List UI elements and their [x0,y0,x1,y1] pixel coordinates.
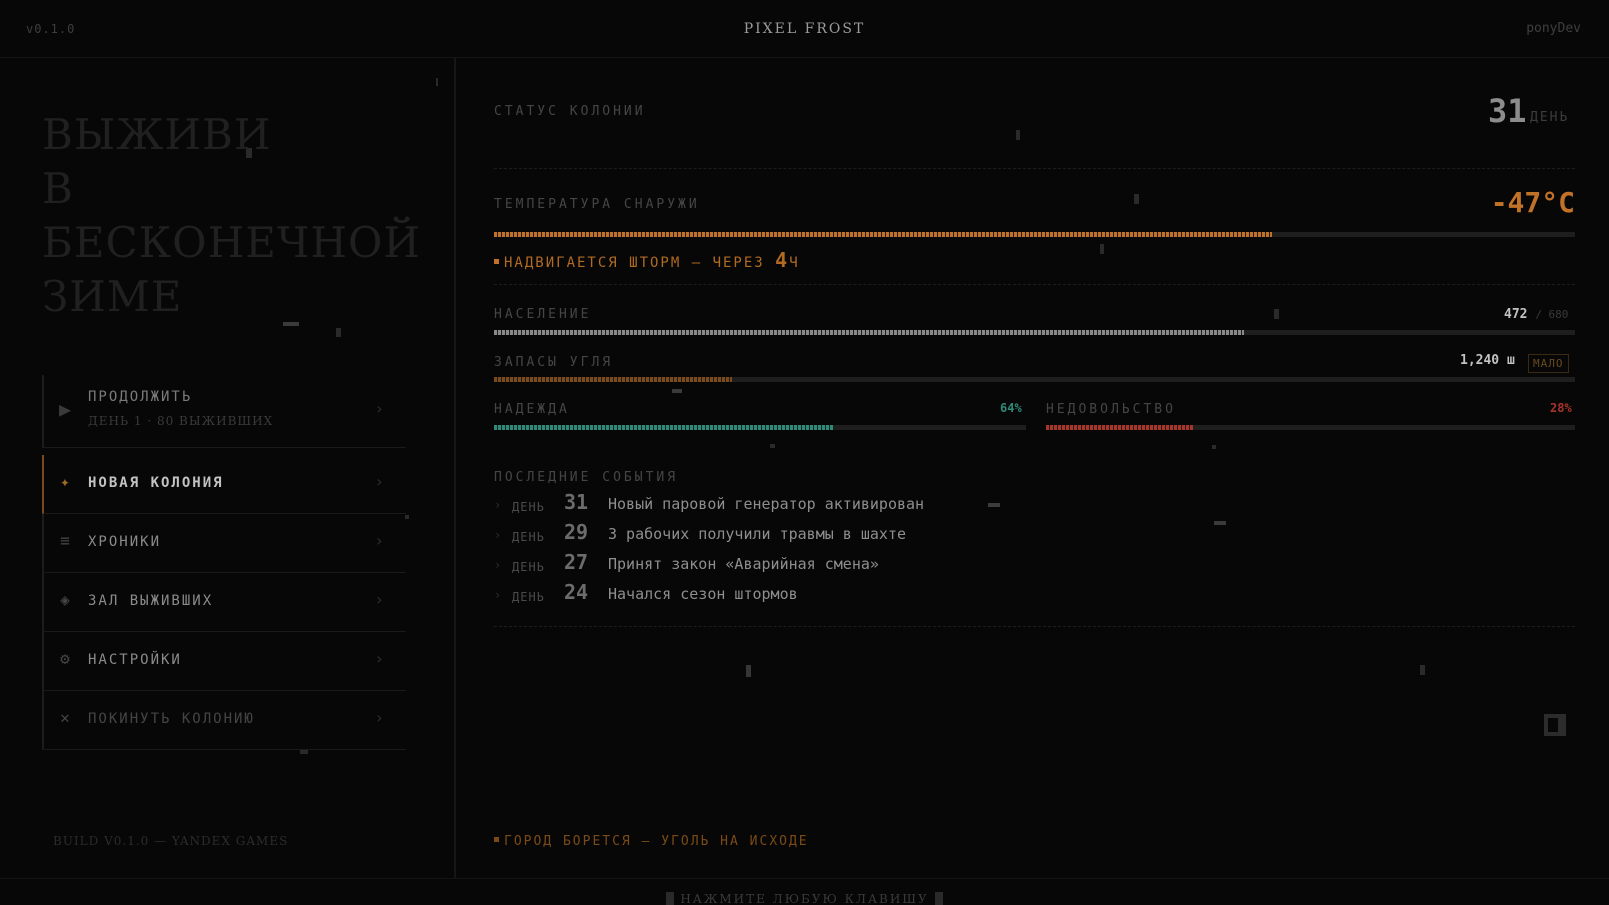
event-text: Начался сезон штормов [608,585,798,603]
discontent-value: 28% [1550,401,1572,415]
event-day-label: ДЕНЬ [512,590,545,604]
event-text: 3 рабочих получили травмы в шахте [608,525,907,543]
top-bar: v0.1.0 PIXEL FROST ponyDev [0,0,1609,58]
chevron-right-icon: › [374,531,384,550]
storm-hours-unit: Ч [789,255,800,271]
coal-value: 1,240 ш [1460,353,1515,368]
divider-line [494,168,1575,169]
game-title: PIXEL FROST [743,21,866,37]
population-max: / 680 [1535,308,1569,321]
status-marker [494,837,499,842]
chevron-right-icon: › [494,558,502,572]
chevron-right-icon: › [374,708,384,727]
storm-warning: НАДВИГАЕТСЯ ШТОРМ — ЧЕРЕЗ 4Ч [494,248,800,272]
chevron-right-icon: › [374,399,384,418]
build-info: BUILD V0.1.0 — YANDEX GAMES [53,834,289,848]
hope-value: 64% [1000,401,1022,415]
menu-item-label: ХРОНИКИ [88,534,162,550]
menu-item-label: ПРОДОЛЖИТЬ [88,389,193,405]
leave-colony-button[interactable]: ✕ ПОКИНУТЬ КОЛОНИЮ › [42,691,406,750]
coal-bar-fill [494,377,732,382]
hero-line: БЕСКОНЕЧНОЙ [42,218,422,267]
event-text: Принят закон «Аварийная смена» [608,555,879,573]
menu-item-label: НАСТРОЙКИ [88,652,182,668]
hero-line: ЗИМЕ [42,272,183,321]
chevron-right-icon: › [374,590,384,609]
city-status: ГОРОД БОРЕТСЯ — УГОЛЬ НА ИСХОДЕ [494,834,809,849]
play-icon: ▶ [58,397,72,421]
discontent-label: НЕДОВОЛЬСТВО [1046,402,1176,417]
divider-line [494,626,1575,627]
hope-bar-fill [494,425,835,430]
population-bar [494,330,1575,335]
discontent-bar-fill [1046,425,1195,430]
settings-button[interactable]: ⚙ НАСТРОЙКИ › [42,632,406,691]
coal-label: ЗАПАСЫ УГЛЯ [494,355,614,370]
chronicles-button[interactable]: ≡ ХРОНИКИ › [42,514,406,573]
event-day-label: ДЕНЬ [512,530,545,544]
survivors-hall-button[interactable]: ◈ ЗАЛ ВЫЖИВШИХ › [42,573,406,632]
chevron-right-icon: › [374,472,384,491]
close-icon: ✕ [60,708,70,727]
status-title: СТАТУС КОЛОНИИ [494,104,646,119]
diamond-icon: ◈ [60,590,70,609]
warning-marker [494,259,499,264]
menu-item-label: ПОКИНУТЬ КОЛОНИЮ [88,711,255,727]
prompt-block-icon [934,892,943,905]
list-icon: ≡ [60,531,70,550]
press-any-key-prompt[interactable]: НАЖМИТЕ ЛЮБУЮ КЛАВИШУ [0,892,1609,905]
event-day-number: 29 [564,520,589,544]
divider-line [494,284,1575,285]
discontent-bar [1046,425,1575,430]
day-counter-label: ДЕНЬ [1530,110,1570,125]
author-label: ponyDev [1526,21,1581,36]
day-counter: 31 [1488,92,1527,130]
temperature-bar [494,232,1575,237]
main-menu: ▶ ПРОДОЛЖИТЬ ДЕНЬ 1 · 80 ВЫЖИВШИХ › ✦ НО… [42,375,406,750]
hero-line: ВЫЖИВИ [42,110,272,159]
population-bar-fill [494,330,1245,335]
city-status-text: ГОРОД БОРЕТСЯ — УГОЛЬ НА ИСХОДЕ [504,834,809,849]
chevron-right-icon: › [494,588,502,602]
save-summary: ДЕНЬ 1 · 80 ВЫЖИВШИХ [88,414,274,428]
hope-bar [494,425,1026,430]
storm-warning-text: НАДВИГАЕТСЯ ШТОРМ — ЧЕРЕЗ [504,255,765,271]
hero-title: ВЫЖИВИ В БЕСКОНЕЧНОЙ ЗИМЕ [42,108,421,324]
panel-divider [454,58,456,878]
hope-label: НАДЕЖДА [494,402,570,417]
storm-hours: 4 [775,248,790,272]
temperature-bar-fill [494,232,1273,237]
event-text: Новый паровой генератор активирован [608,495,925,513]
continue-button[interactable]: ▶ ПРОДОЛЖИТЬ ДЕНЬ 1 · 80 ВЫЖИВШИХ › [42,375,406,448]
event-day-number: 24 [564,580,589,604]
temperature-value: -47°C [1490,186,1575,219]
logo-icon [1544,714,1566,736]
event-day-label: ДЕНЬ [512,560,545,574]
new-colony-button[interactable]: ✦ НОВАЯ КОЛОНИЯ › [42,455,406,514]
hero-line: В [42,164,74,213]
event-day-number: 31 [564,490,589,514]
coal-bar [494,377,1575,382]
gear-icon: ⚙ [60,649,70,668]
press-any-key-text: НАЖМИТЕ ЛЮБУЮ КЛАВИШУ [680,892,929,905]
low-coal-badge: МАЛО [1528,354,1569,373]
population-label: НАСЕЛЕНИЕ [494,307,592,322]
spark-icon: ✦ [60,472,70,491]
chevron-right-icon: › [494,528,502,542]
chevron-right-icon: › [374,649,384,668]
events-title: ПОСЛЕДНИЕ СОБЫТИЯ [494,470,679,485]
menu-item-label: ЗАЛ ВЫЖИВШИХ [88,593,214,609]
temperature-label: ТЕМПЕРАТУРА СНАРУЖИ [494,197,700,212]
prompt-block-icon [666,892,675,905]
menu-item-label: НОВАЯ КОЛОНИЯ [88,475,224,491]
event-day-number: 27 [564,550,589,574]
event-day-label: ДЕНЬ [512,500,545,514]
population-value: 472 / 680 [1504,307,1568,322]
chevron-right-icon: › [494,498,502,512]
population-count: 472 [1504,307,1528,322]
